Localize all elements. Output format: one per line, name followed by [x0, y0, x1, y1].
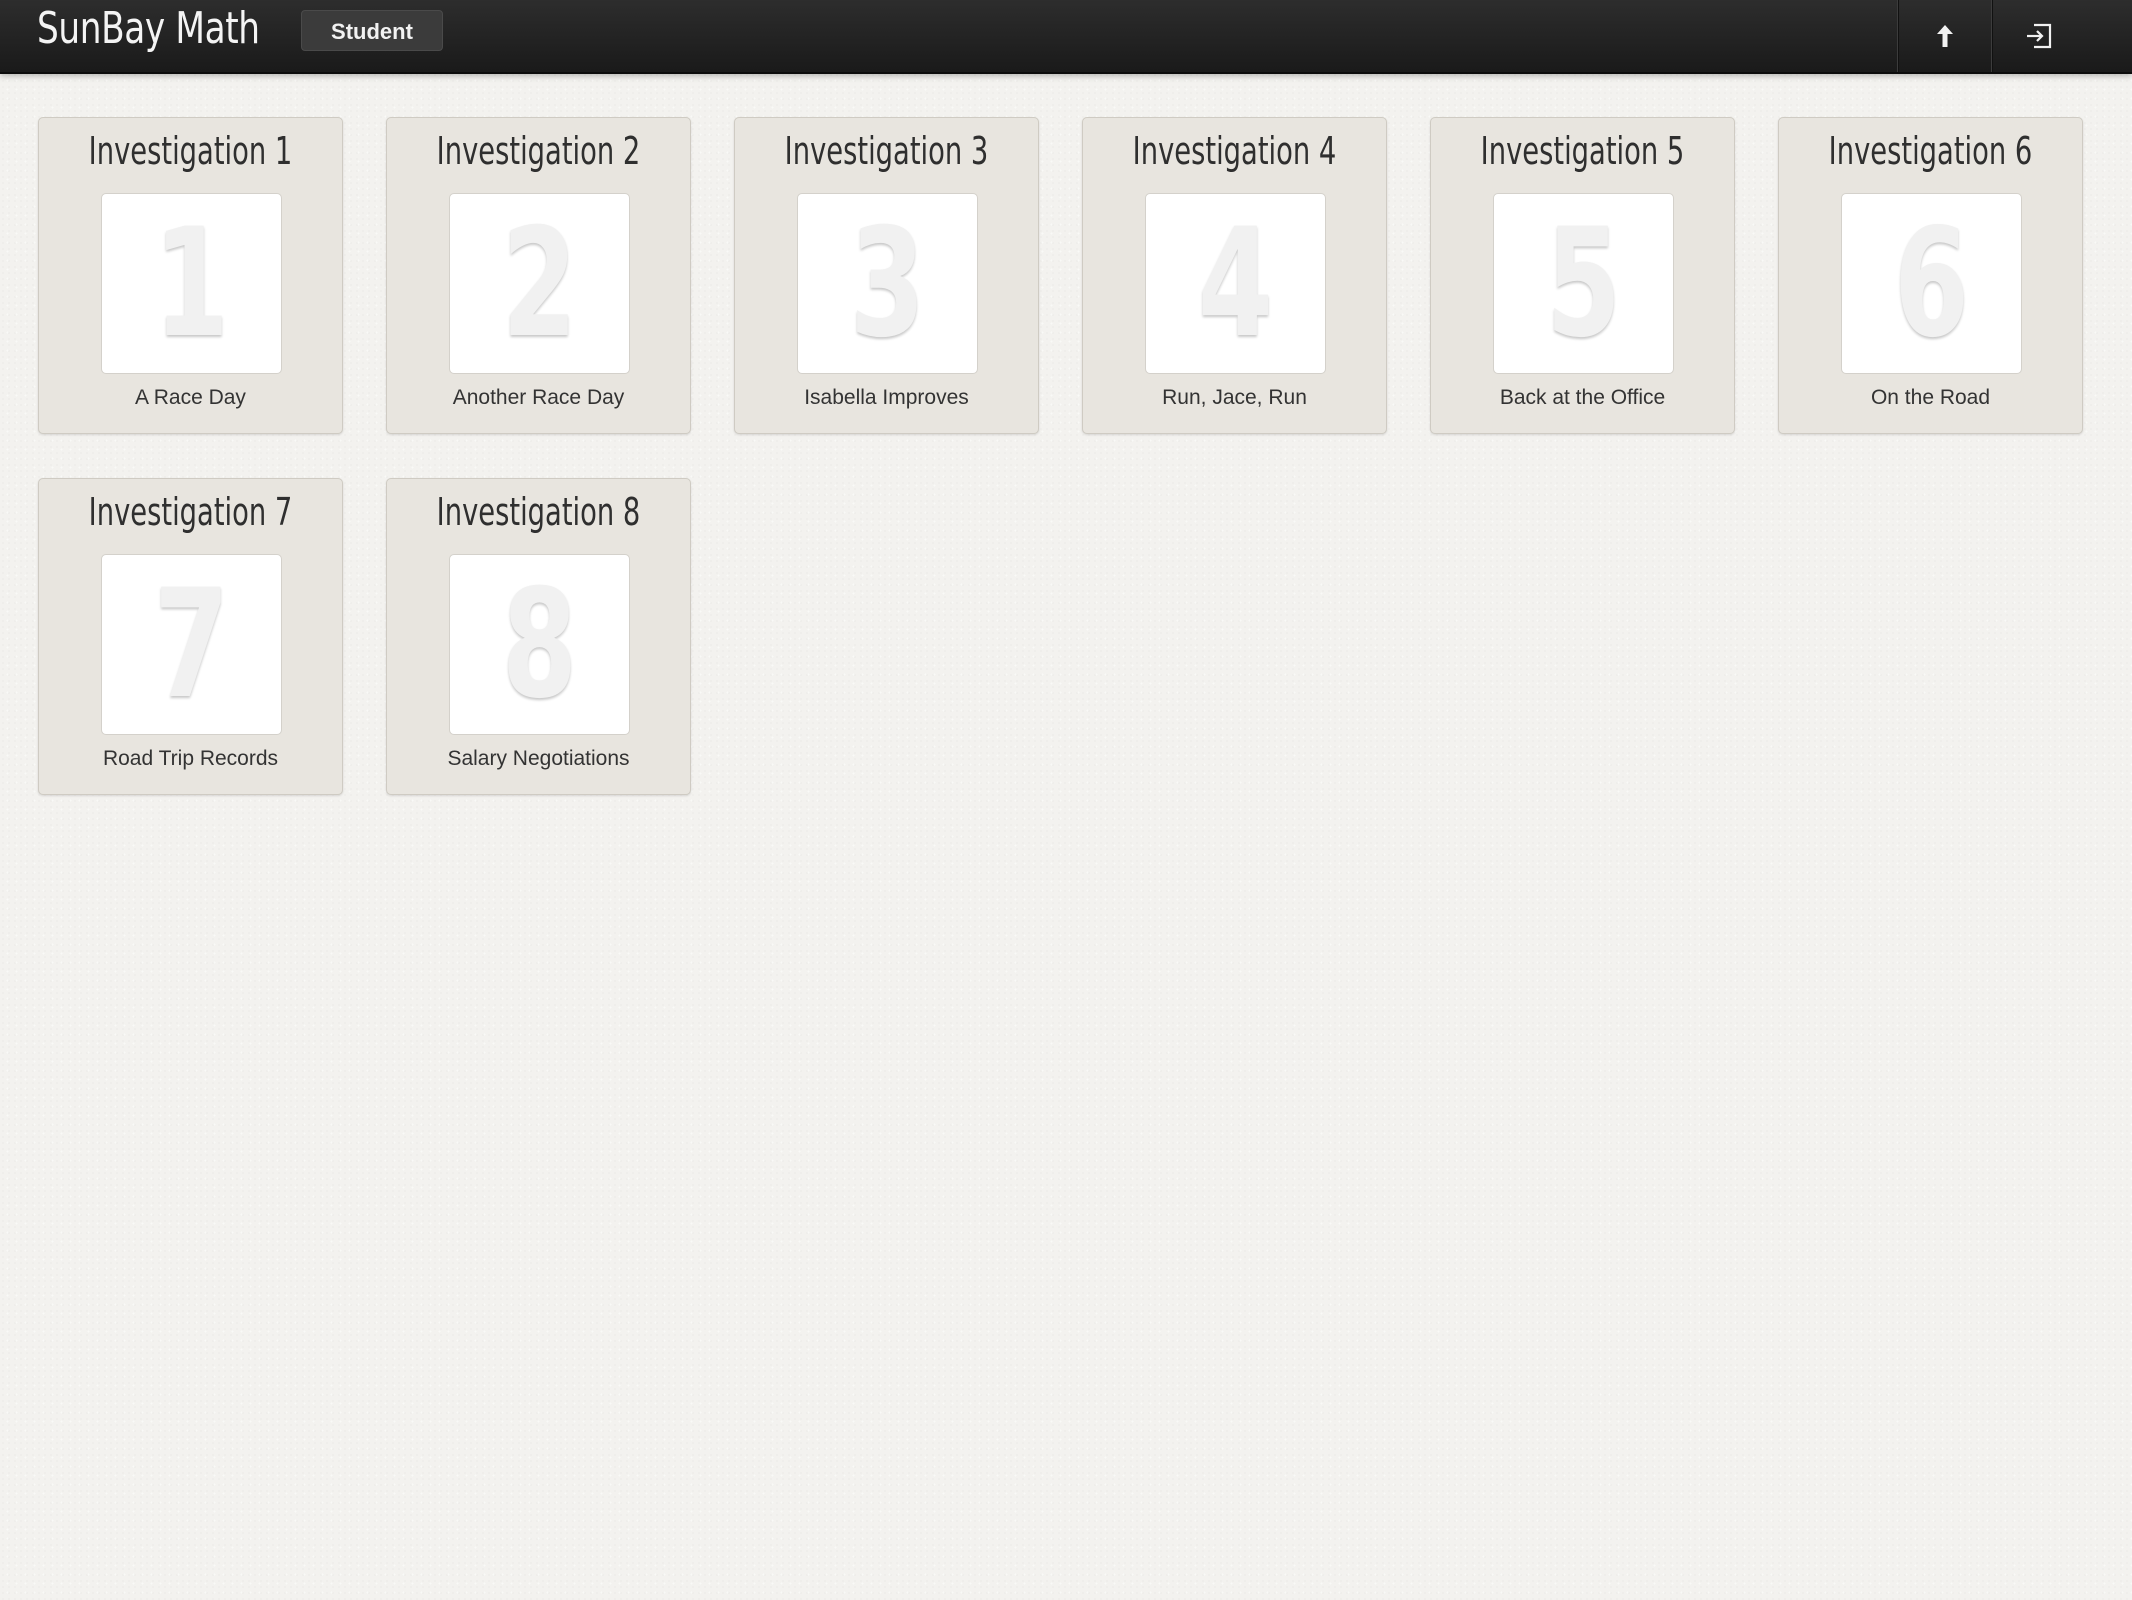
investigation-subtitle: Back at the Office — [1499, 386, 1666, 409]
investigation-thumbnail: 1 — [101, 193, 282, 374]
investigation-thumbnail: 5 — [1493, 193, 1674, 374]
scroll-up-button[interactable] — [1897, 0, 1992, 72]
investigation-subtitle: A Race Day — [135, 386, 246, 409]
investigation-card-6[interactable]: Investigation 6 6 On the Road — [1778, 117, 2083, 434]
investigation-number: 7 — [153, 558, 230, 732]
investigation-subtitle: Salary Negotiations — [447, 747, 630, 770]
investigation-title: Investigation 8 — [436, 490, 641, 534]
investigation-card-1[interactable]: Investigation 1 1 A Race Day — [38, 117, 343, 434]
investigation-card-2[interactable]: Investigation 2 2 Another Race Day — [386, 117, 691, 434]
investigation-thumbnail: 6 — [1841, 193, 2022, 374]
investigation-title: Investigation 2 — [436, 129, 641, 173]
investigation-card-5[interactable]: Investigation 5 5 Back at the Office — [1430, 117, 1735, 434]
role-badge[interactable]: Student — [301, 10, 443, 51]
arrow-up-icon — [1937, 25, 1953, 47]
investigation-title: Investigation 4 — [1132, 129, 1337, 173]
investigation-card-8[interactable]: Investigation 8 8 Salary Negotiations — [386, 478, 691, 795]
investigation-title: Investigation 7 — [88, 490, 293, 534]
investigation-number: 6 — [1893, 197, 1970, 371]
investigation-subtitle: Another Race Day — [452, 386, 625, 409]
investigation-number: 4 — [1197, 197, 1274, 371]
top-nav-bar: SunBay Math Student — [0, 0, 2132, 74]
investigation-subtitle: Isabella Improves — [804, 386, 969, 409]
investigation-thumbnail: 4 — [1145, 193, 1326, 374]
investigation-number: 1 — [153, 197, 230, 371]
investigation-card-4[interactable]: Investigation 4 4 Run, Jace, Run — [1082, 117, 1387, 434]
investigation-number: 5 — [1545, 197, 1622, 371]
logout-button[interactable] — [1991, 0, 2086, 72]
investigation-title: Investigation 6 — [1828, 129, 2033, 173]
investigation-number: 2 — [501, 197, 578, 371]
investigation-number: 3 — [849, 197, 926, 371]
investigation-thumbnail: 3 — [797, 193, 978, 374]
investigation-thumbnail: 2 — [449, 193, 630, 374]
investigation-thumbnail: 8 — [449, 554, 630, 735]
investigation-number: 8 — [501, 558, 578, 732]
investigation-subtitle: Run, Jace, Run — [1162, 386, 1307, 409]
investigation-title: Investigation 3 — [784, 129, 989, 173]
app-title[interactable]: SunBay Math — [37, 0, 260, 58]
investigation-thumbnail: 7 — [101, 554, 282, 735]
investigation-title: Investigation 1 — [88, 129, 293, 173]
investigation-title: Investigation 5 — [1480, 129, 1685, 173]
investigation-card-7[interactable]: Investigation 7 7 Road Trip Records — [38, 478, 343, 795]
investigation-subtitle: On the Road — [1870, 386, 1991, 409]
investigation-card-3[interactable]: Investigation 3 3 Isabella Improves — [734, 117, 1039, 434]
logout-icon — [2027, 23, 2052, 49]
investigation-subtitle: Road Trip Records — [102, 747, 279, 770]
